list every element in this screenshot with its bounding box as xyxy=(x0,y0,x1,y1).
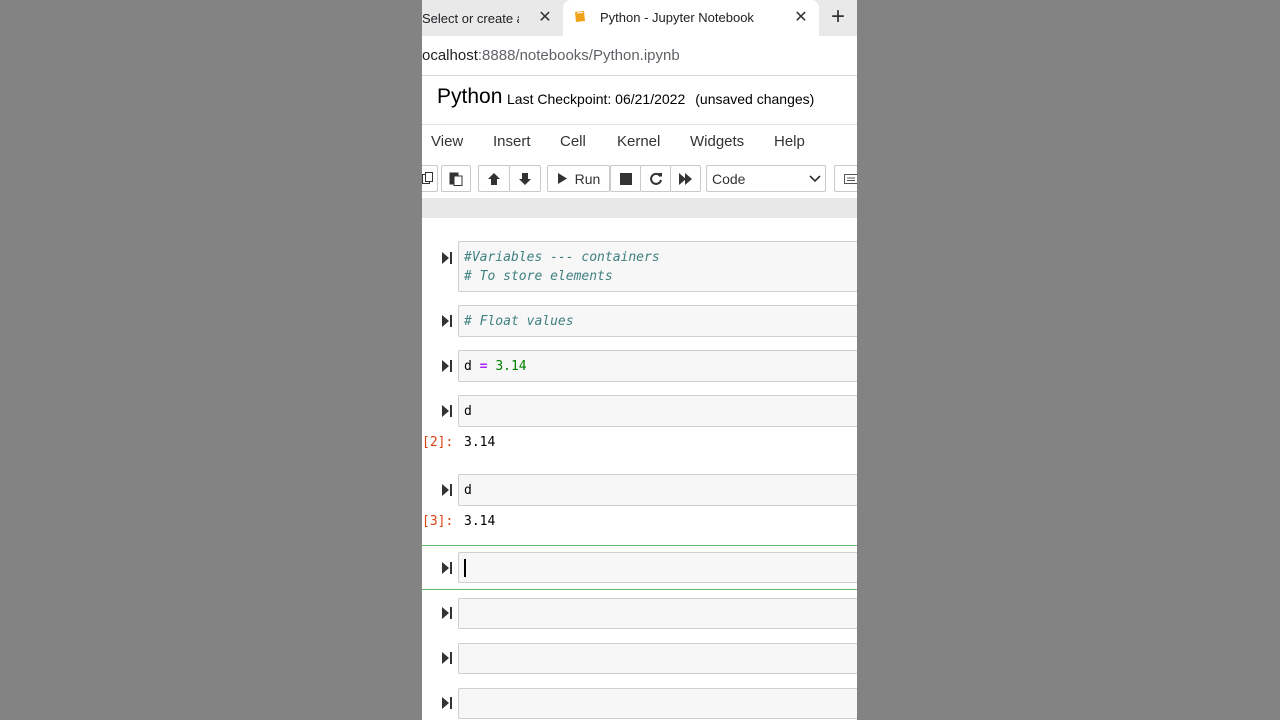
cell-code: #Variables --- containers # To store ele… xyxy=(459,242,857,286)
code-variable: d xyxy=(464,359,472,374)
cell-input[interactable] xyxy=(458,598,857,629)
chevron-down-icon xyxy=(809,175,821,183)
output-prompt: [3]: xyxy=(422,514,454,529)
step-forward-icon[interactable] xyxy=(441,606,453,620)
close-icon[interactable]: ✕ xyxy=(792,9,810,27)
browser-window: Select or create a n ✕ Python - Jupyter … xyxy=(422,0,857,720)
restart-icon xyxy=(649,172,662,185)
cell-code: d xyxy=(464,404,472,419)
paste-icon xyxy=(449,172,463,186)
notebook-top-strip xyxy=(422,198,857,218)
code-operator: = xyxy=(479,359,488,374)
step-forward-icon[interactable] xyxy=(441,696,453,710)
move-down-button[interactable] xyxy=(509,165,541,192)
run-button[interactable]: Run xyxy=(547,165,610,192)
cell-code: d xyxy=(464,483,472,498)
play-icon xyxy=(557,173,567,184)
step-forward-icon[interactable] xyxy=(441,651,453,665)
copy-button[interactable] xyxy=(422,165,438,192)
step-forward-icon[interactable] xyxy=(441,251,453,265)
tab-active-title: Python - Jupyter Notebook xyxy=(600,10,754,25)
menu-help[interactable]: Help xyxy=(774,133,805,150)
code-number: 3.14 xyxy=(495,359,527,374)
unsaved-status: (unsaved changes) xyxy=(695,91,815,107)
cell-input[interactable] xyxy=(458,688,857,719)
cell-input[interactable]: d xyxy=(458,395,857,427)
arrow-up-icon xyxy=(488,172,500,185)
new-tab-icon[interactable]: + xyxy=(826,5,850,30)
url-path: :8888/notebooks/Python.ipynb xyxy=(477,47,680,64)
cell-input[interactable]: #Variables --- containers # To store ele… xyxy=(458,241,857,292)
step-forward-icon[interactable] xyxy=(441,314,453,328)
paste-button[interactable] xyxy=(441,165,471,192)
step-forward-icon[interactable] xyxy=(441,483,453,497)
cell-input[interactable] xyxy=(458,643,857,674)
code-comment-line: # To store elements xyxy=(464,269,613,284)
cell-code: d = 3.14 xyxy=(459,351,857,376)
step-forward-icon[interactable] xyxy=(441,561,453,575)
cell-input[interactable]: d = 3.14 xyxy=(458,350,857,382)
notebook-header: Python Last Checkpoint: 06/21/2022 (unsav… xyxy=(422,76,857,125)
cell-output: 3.14 xyxy=(464,514,496,529)
menu-view[interactable]: View xyxy=(431,133,463,150)
text-cursor xyxy=(464,559,466,577)
copy-icon xyxy=(422,171,433,184)
keyboard-icon xyxy=(844,174,857,184)
menu-cell[interactable]: Cell xyxy=(560,133,586,150)
address-bar[interactable]: ocalhost:8888/notebooks/Python.ipynb xyxy=(422,37,857,76)
restart-run-all-button[interactable] xyxy=(670,165,701,192)
checkpoint-text: Last Checkpoint: 06/21/2022 xyxy=(507,91,686,107)
menu-kernel[interactable]: Kernel xyxy=(617,133,660,150)
run-label: Run xyxy=(574,170,601,187)
cell-code: # Float values xyxy=(459,306,857,331)
close-icon[interactable]: ✕ xyxy=(536,9,554,27)
notebook-name[interactable]: Python xyxy=(437,85,502,109)
toolbar: Run Code xyxy=(422,161,857,197)
cell-type-value: Code xyxy=(712,171,746,187)
notebook-favicon-icon xyxy=(575,11,585,22)
fast-forward-icon xyxy=(678,172,692,185)
tab-inactive[interactable]: Select or create a n ✕ xyxy=(422,0,560,36)
menu-insert[interactable]: Insert xyxy=(493,133,531,150)
arrow-down-icon xyxy=(519,172,531,185)
output-prompt: [2]: xyxy=(422,435,454,450)
tab-strip: Select or create a n ✕ Python - Jupyter … xyxy=(422,0,857,37)
cell-input[interactable] xyxy=(458,552,857,583)
code-comment-line: #Variables --- containers xyxy=(464,250,660,265)
tab-active[interactable]: Python - Jupyter Notebook ✕ xyxy=(563,0,819,37)
menu-widgets[interactable]: Widgets xyxy=(690,133,744,150)
step-forward-icon[interactable] xyxy=(441,404,453,418)
cell-input[interactable]: # Float values xyxy=(458,305,857,337)
code-comment-line: # Float values xyxy=(464,314,574,329)
cell-input[interactable]: d xyxy=(458,474,857,506)
command-palette-button[interactable] xyxy=(834,165,857,192)
cell-type-select[interactable]: Code xyxy=(706,165,826,192)
checkpoint-info: Last Checkpoint: 06/21/2022 (unsaved chan… xyxy=(507,91,814,107)
move-up-button[interactable] xyxy=(478,165,510,192)
url-host: ocalhost xyxy=(422,47,478,64)
interrupt-button[interactable] xyxy=(610,165,641,192)
menu-bar: View Insert Cell Kernel Widgets Help xyxy=(422,126,857,158)
tab-inactive-title: Select or create a n xyxy=(422,10,519,26)
stop-icon xyxy=(619,172,632,185)
step-forward-icon[interactable] xyxy=(441,359,453,373)
cell-output: 3.14 xyxy=(464,435,496,450)
url-text: ocalhost:8888/notebooks/Python.ipynb xyxy=(422,47,680,64)
restart-button[interactable] xyxy=(640,165,671,192)
